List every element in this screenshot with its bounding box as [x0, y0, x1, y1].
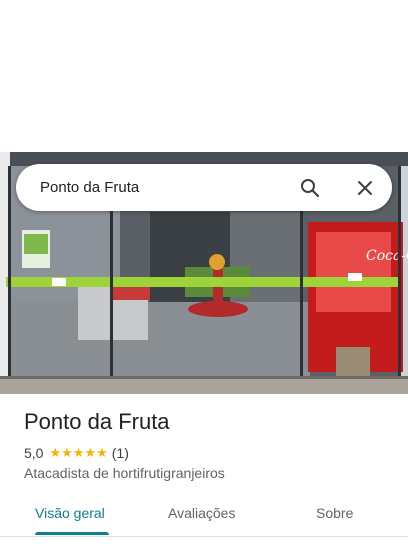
search-icon[interactable] [298, 176, 322, 200]
tab-about[interactable]: Sobre [316, 505, 353, 521]
star-rating-icon: ★★★★★ [49, 445, 108, 460]
tab-overview[interactable]: Visão geral [35, 505, 105, 521]
place-category: Atacadista de hortifrutigranjeiros [24, 465, 225, 481]
search-input[interactable]: Ponto da Fruta [40, 179, 298, 196]
tab-bar: Visão geral Avaliações Sobre [0, 492, 408, 537]
place-name: Ponto da Fruta [24, 409, 170, 434]
search-bar[interactable]: Ponto da Fruta [16, 164, 392, 211]
tab-reviews[interactable]: Avaliações [168, 505, 235, 521]
review-count: (1) [111, 445, 129, 461]
close-icon[interactable] [353, 176, 377, 200]
rating-value: 5,0 [24, 445, 44, 461]
coke-sign: Coca-Cola [366, 248, 408, 264]
active-tab-indicator [35, 532, 109, 535]
rating-row[interactable]: 5,0 ★★★★★ (1) [24, 445, 129, 461]
